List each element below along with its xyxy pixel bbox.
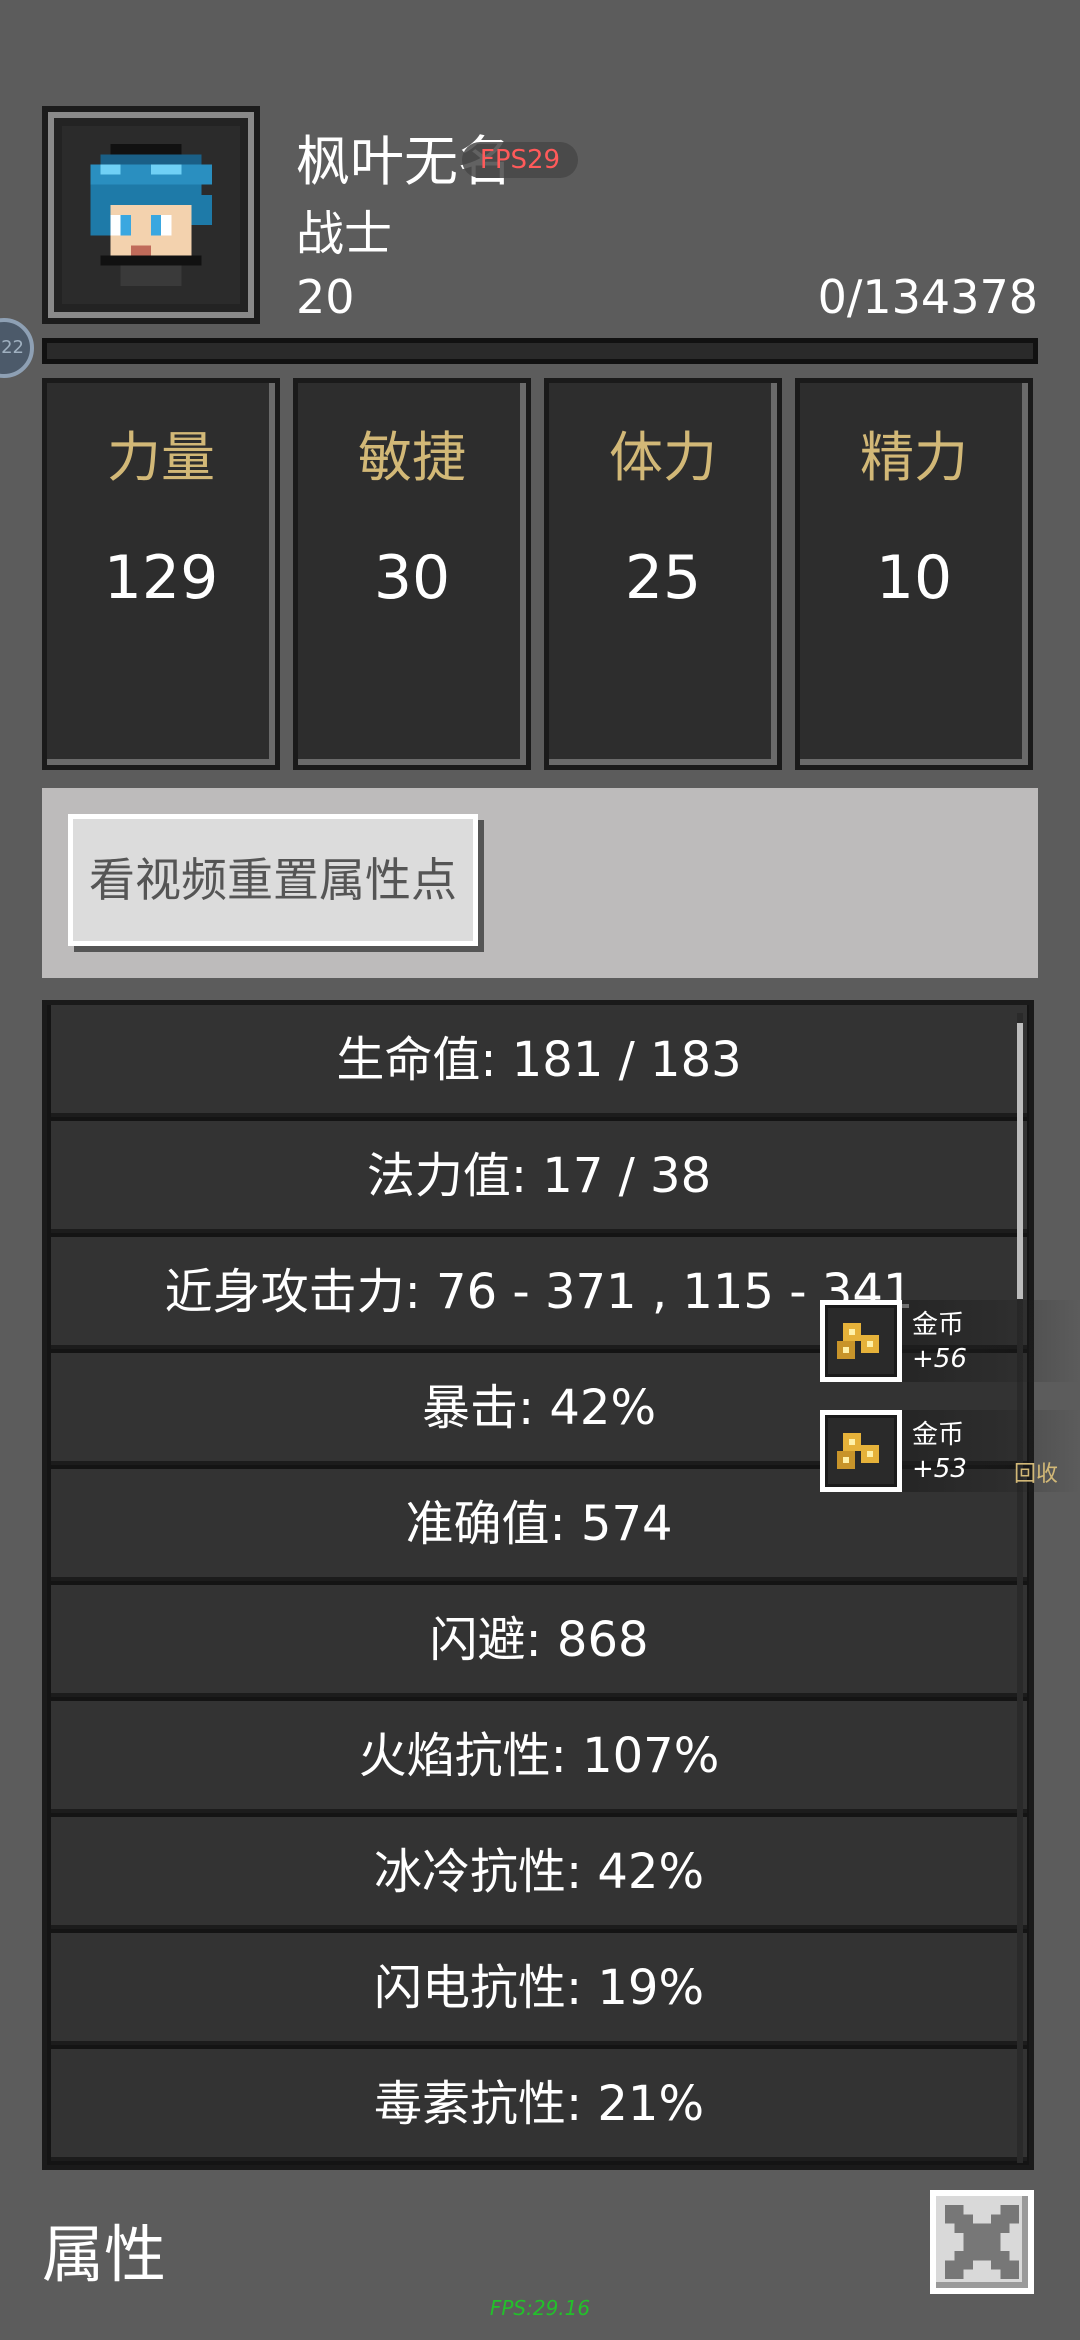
stat-value: 129 (103, 543, 219, 613)
character-level: 20 (296, 270, 355, 324)
toast-title: 金币 (912, 1420, 965, 1450)
experience-text: 0/134378 (817, 270, 1038, 324)
recycle-link[interactable]: 回收 (1014, 1456, 1058, 1488)
stat-card-energy: 精力 10 (795, 378, 1033, 770)
stat-label: 体力 (609, 426, 717, 489)
stat-value: 30 (373, 543, 451, 613)
loot-toast: 金币 +56 (820, 1300, 1080, 1382)
experience-bar (42, 338, 1038, 364)
stat-value: 25 (624, 543, 702, 613)
toast-amount: +56 (912, 1344, 967, 1374)
attribute-row-dodge: 闪避: 868 (51, 1585, 1027, 1697)
attribute-row-poison-res: 毒素抗性: 21% (51, 2049, 1027, 2161)
side-floating-button[interactable]: 22 (0, 318, 34, 378)
close-icon (945, 2205, 1019, 2279)
character-class: 战士 (296, 206, 393, 262)
close-button[interactable] (930, 2190, 1034, 2294)
stat-label: 精力 (860, 426, 968, 489)
fps-indicator: FPS29 (462, 142, 578, 178)
toast-title: 金币 (912, 1310, 965, 1340)
hero-avatar-icon (70, 134, 232, 296)
stat-value: 10 (875, 543, 953, 613)
scrollbar-thumb[interactable] (1017, 1023, 1023, 1299)
page-title: 属性 (42, 2218, 167, 2291)
gold-coins-icon (820, 1300, 902, 1382)
stat-label: 力量 (107, 426, 215, 489)
character-portrait (42, 106, 260, 324)
attribute-row-fire-res: 火焰抗性: 107% (51, 1701, 1027, 1813)
attribute-row-light-res: 闪电抗性: 19% (51, 1933, 1027, 2045)
attribute-row-cold-res: 冰冷抗性: 42% (51, 1817, 1027, 1929)
attribute-row-mp: 法力值: 17 / 38 (51, 1121, 1027, 1233)
gold-coins-icon (820, 1410, 902, 1492)
toast-amount: +53 (912, 1454, 967, 1484)
watch-video-reset-button[interactable]: 看视频重置属性点 (68, 814, 478, 946)
attribute-row-hp: 生命值: 181 / 183 (51, 1005, 1027, 1117)
fps-counter: FPS:29.16 (489, 2296, 591, 2320)
stat-card-stamina: 体力 25 (544, 378, 782, 770)
stat-card-agility: 敏捷 30 (293, 378, 531, 770)
stat-label: 敏捷 (358, 426, 466, 489)
stat-card-strength: 力量 129 (42, 378, 280, 770)
attribute-list[interactable]: 生命值: 181 / 183 法力值: 17 / 38 近身攻击力: 76 - … (42, 1000, 1034, 2170)
